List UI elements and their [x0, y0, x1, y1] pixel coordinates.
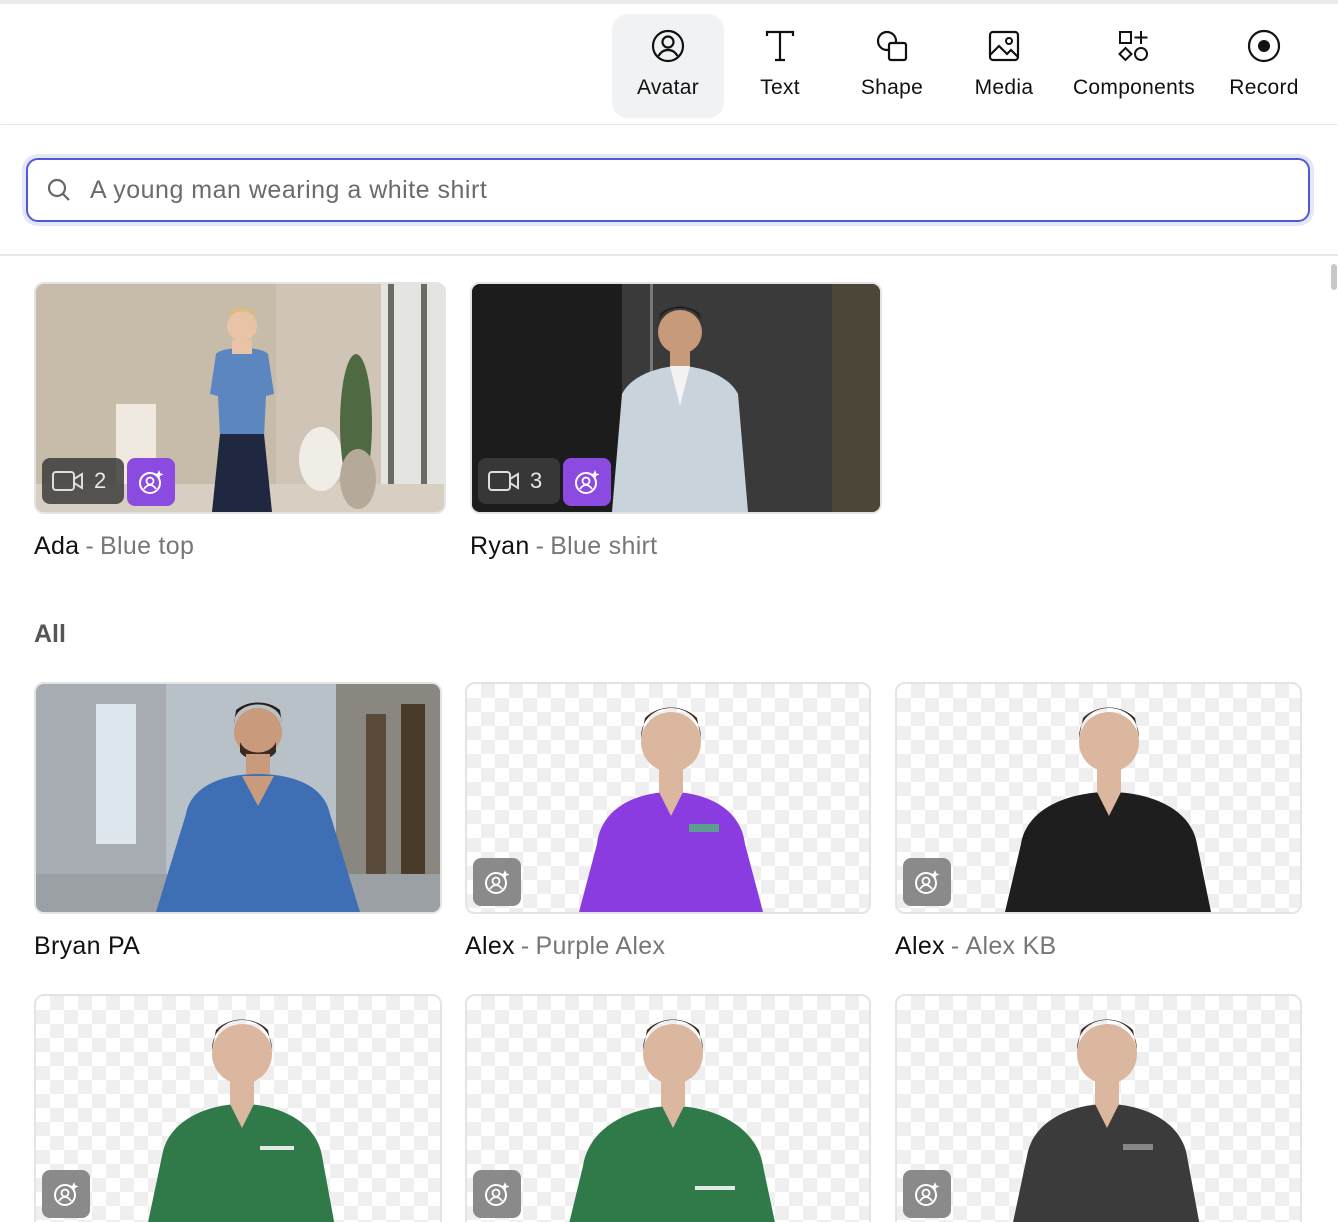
- avatar-variant: Blue shirt: [550, 532, 658, 560]
- video-count-badge: 2: [42, 458, 124, 504]
- ai-avatar-icon: [485, 870, 510, 894]
- caption-separator: -: [535, 532, 545, 560]
- avatar-caption: Alex - Alex KB: [895, 932, 1057, 961]
- avatar-caption: Ada - Blue top: [34, 532, 194, 561]
- caption-separator: -: [85, 532, 95, 560]
- media-icon: [986, 28, 1022, 64]
- avatar-variant: Blue top: [100, 532, 195, 560]
- avatar-thumbnail[interactable]: [895, 994, 1302, 1222]
- ai-avatar-icon: [54, 1182, 79, 1206]
- ai-avatar-badge[interactable]: [42, 1170, 90, 1218]
- toolbar-record-button[interactable]: Record: [1208, 14, 1320, 118]
- ai-avatar-icon: [485, 1182, 510, 1206]
- toolbar-avatar-label: Avatar: [636, 76, 700, 99]
- toolbar-components-label: Components: [1072, 76, 1196, 99]
- avatar-preview-image: [148, 1019, 335, 1222]
- avatar-preview-image: [569, 1019, 775, 1222]
- toolbar-media-button[interactable]: Media: [948, 14, 1060, 118]
- top-border: [0, 0, 1338, 4]
- avatar-name: Alex: [895, 932, 945, 960]
- ai-avatar-icon: [915, 870, 940, 894]
- ai-avatar-badge[interactable]: [473, 858, 521, 906]
- avatar-preview-image: [1013, 1019, 1200, 1222]
- toolbar-text-label: Text: [760, 76, 800, 99]
- ai-avatar-badge[interactable]: [563, 458, 611, 506]
- video-count: 2: [94, 468, 107, 493]
- toolbar-shape-label: Shape: [860, 76, 924, 99]
- avatar-preview-image: [1005, 707, 1211, 912]
- ai-avatar-badge[interactable]: [127, 458, 175, 506]
- ai-avatar-badge[interactable]: [903, 858, 951, 906]
- video-camera-icon: [488, 471, 519, 491]
- toolbar-media-label: Media: [974, 76, 1034, 99]
- ai-avatar-badge[interactable]: [473, 1170, 521, 1218]
- avatar-thumbnail[interactable]: [465, 682, 871, 914]
- video-count: 3: [530, 468, 543, 493]
- avatar-name: Ada: [34, 532, 80, 560]
- avatar-thumbnail[interactable]: [34, 994, 442, 1222]
- toolbar-avatar-button[interactable]: Avatar: [612, 14, 724, 118]
- element-toolbar: Avatar Text Shape Media Components Recor…: [612, 14, 1320, 118]
- avatar-icon: [650, 28, 686, 64]
- toolbar-components-button[interactable]: Components: [1060, 14, 1208, 118]
- toolbar-record-label: Record: [1229, 76, 1299, 99]
- avatar-caption: Bryan PA: [34, 932, 140, 961]
- avatar-name: Ryan: [470, 532, 530, 560]
- avatar-caption: Ryan - Blue shirt: [470, 532, 657, 561]
- search-input[interactable]: [90, 175, 1270, 205]
- video-camera-icon: [52, 471, 83, 491]
- video-count-badge: 3: [478, 458, 560, 504]
- ai-avatar-badge[interactable]: [903, 1170, 951, 1218]
- components-icon: [1116, 28, 1152, 64]
- ai-avatar-icon: [915, 1182, 940, 1206]
- avatar-thumbnail[interactable]: [895, 682, 1302, 914]
- record-icon: [1246, 28, 1282, 64]
- text-icon: [762, 28, 798, 64]
- search-icon: [47, 178, 70, 201]
- avatar-preview-image: [36, 684, 440, 912]
- section-title-all: All: [34, 620, 66, 648]
- panel-border: [0, 124, 1338, 126]
- ai-avatar-icon: [139, 470, 164, 494]
- avatar-search-bar[interactable]: [26, 158, 1310, 222]
- caption-separator: -: [950, 932, 960, 960]
- ai-avatar-icon: [575, 470, 600, 494]
- toolbar-shape-button[interactable]: Shape: [836, 14, 948, 118]
- avatar-variant: Purple Alex: [535, 932, 666, 960]
- shape-icon: [874, 28, 910, 64]
- caption-separator: -: [520, 932, 530, 960]
- avatar-variant: Alex KB: [965, 932, 1057, 960]
- avatar-name: Bryan PA: [34, 932, 141, 960]
- avatar-preview-image: [579, 707, 763, 912]
- search-divider: [0, 254, 1338, 256]
- scrollbar-thumb[interactable]: [1331, 264, 1337, 290]
- avatar-thumbnail[interactable]: [34, 682, 442, 914]
- avatar-name: Alex: [465, 932, 515, 960]
- avatar-thumbnail[interactable]: [465, 994, 871, 1222]
- toolbar-text-button[interactable]: Text: [724, 14, 836, 118]
- avatar-caption: Alex - Purple Alex: [465, 932, 665, 961]
